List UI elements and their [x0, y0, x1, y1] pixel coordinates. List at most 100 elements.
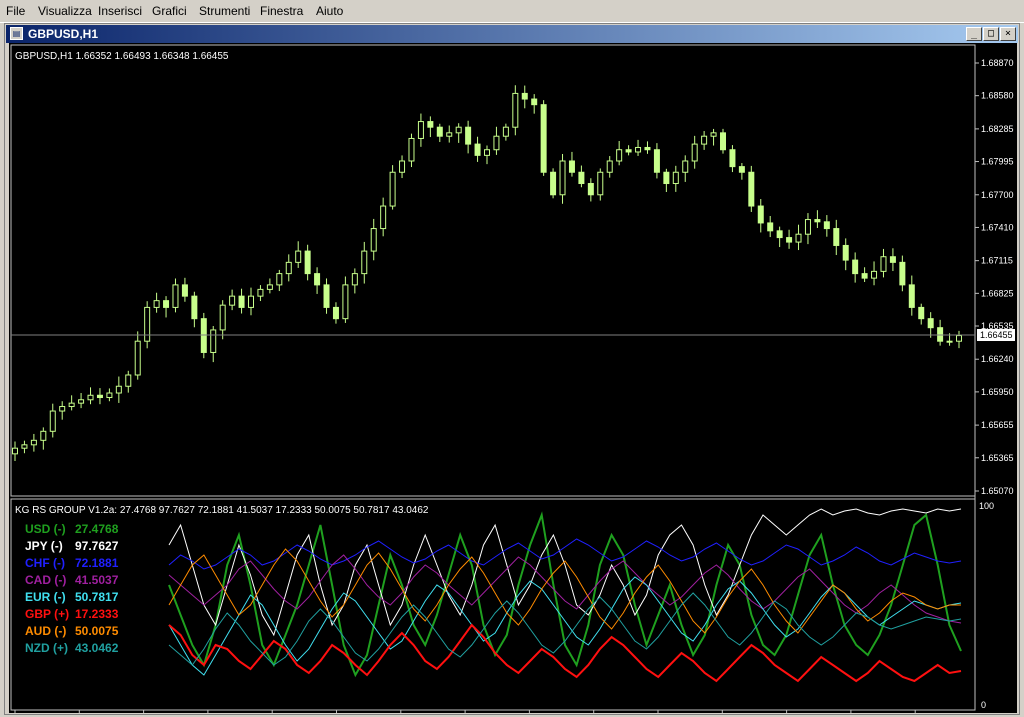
menu-visualizza[interactable]: Visualizza: [38, 4, 92, 18]
candle-body: [219, 304, 226, 331]
candle-body: [956, 335, 962, 342]
candle-body: [521, 92, 528, 100]
menu-aiuto[interactable]: Aiuto: [316, 4, 343, 18]
candle-body: [210, 329, 217, 353]
candle-body: [568, 160, 575, 173]
window-title: GBPUSD,H1: [28, 27, 99, 41]
candle-body: [229, 295, 236, 306]
candle-body: [266, 284, 273, 290]
candle-body: [351, 273, 358, 286]
current-price-label: 1.66455: [980, 330, 1013, 340]
candle-body: [153, 300, 160, 308]
candle-body: [295, 250, 302, 263]
candle-body: [814, 219, 821, 223]
candle-body: [833, 228, 840, 246]
candle-body: [512, 92, 519, 128]
candle-body: [332, 306, 339, 320]
legend-value: 72.1881: [75, 556, 119, 570]
candle-body: [361, 250, 368, 275]
price-axis-label: 1.65365: [981, 453, 1014, 463]
price-axis-label: 1.68870: [981, 58, 1014, 68]
candle-body: [172, 284, 179, 308]
candle-body: [144, 306, 151, 342]
legend-label: JPY (-): [25, 539, 63, 553]
candle-body: [417, 121, 424, 139]
title-bar[interactable]: ▤ GBPUSD,H1 _ □ ×: [6, 25, 1018, 43]
candle-body: [200, 318, 207, 353]
candle-body: [616, 149, 623, 162]
candle-body: [786, 237, 793, 243]
menu-strumenti[interactable]: Strumenti: [199, 4, 250, 18]
legend-label: CAD (-): [25, 573, 66, 587]
menu-finestra[interactable]: Finestra: [260, 4, 303, 18]
candle-body: [852, 259, 859, 275]
menu-grafici[interactable]: Grafici: [152, 4, 187, 18]
candle-body: [757, 205, 764, 224]
candle-body: [738, 166, 745, 173]
candle-body: [436, 126, 443, 137]
candle-body: [427, 121, 434, 128]
candle-body: [408, 137, 415, 162]
minimize-button[interactable]: _: [966, 27, 982, 41]
legend-label: USD (-): [25, 522, 66, 536]
candle-body: [691, 143, 698, 162]
legend-value: 50.0075: [75, 624, 119, 638]
candle-body: [96, 394, 103, 399]
price-axis-label: 1.66240: [981, 354, 1014, 364]
candle-body: [540, 104, 547, 173]
candle-body: [559, 160, 566, 196]
candle-body: [597, 171, 604, 196]
chart-window-icon[interactable]: ▤: [10, 27, 23, 40]
candle-body: [59, 406, 66, 412]
chart-area[interactable]: GBPUSD,H1 1.66352 1.66493 1.66348 1.6645…: [9, 43, 1017, 717]
candle-body: [181, 284, 188, 297]
price-axis-label: 1.65950: [981, 387, 1014, 397]
candle-body: [767, 222, 774, 232]
menu-file[interactable]: File: [6, 4, 25, 18]
indicator-scale-top: 100: [979, 501, 994, 511]
candle-body: [106, 392, 113, 399]
price-chart-header: GBPUSD,H1 1.66352 1.66493 1.66348 1.6645…: [15, 51, 229, 62]
legend-value: 50.7817: [75, 590, 119, 604]
maximize-button[interactable]: □: [983, 27, 999, 41]
candle-body: [502, 126, 509, 137]
candle-body: [880, 256, 887, 272]
candle-body: [342, 284, 349, 320]
close-button[interactable]: ×: [1000, 27, 1016, 41]
candle-body: [946, 340, 953, 343]
candle-body: [238, 295, 245, 308]
candle-body: [248, 295, 254, 308]
candle-body: [12, 447, 18, 455]
candle-body: [701, 135, 708, 145]
candle-body: [276, 273, 283, 286]
candle-body: [285, 261, 292, 275]
legend-label: CHF (-): [25, 556, 65, 570]
candle-body: [21, 444, 28, 449]
candle-body: [78, 399, 85, 404]
candle-body: [484, 149, 490, 156]
candle-body: [125, 374, 132, 387]
candle-body: [823, 221, 830, 230]
legend-label: GBP (+): [25, 607, 69, 621]
candle-body: [625, 149, 632, 153]
price-axis-label: 1.65655: [981, 420, 1014, 430]
candle-body: [314, 273, 321, 286]
legend-value: 41.5037: [75, 573, 119, 587]
candle-body: [720, 132, 726, 151]
chart-canvas[interactable]: GBPUSD,H1 1.66352 1.66493 1.66348 1.6645…: [9, 43, 1017, 717]
candle-body: [635, 146, 642, 153]
candle-body: [304, 250, 311, 275]
legend-value: 17.2333: [75, 607, 119, 621]
candle-body: [889, 256, 896, 263]
price-axis-label: 1.65070: [981, 486, 1014, 496]
candle-body: [710, 132, 717, 137]
candle-body: [937, 327, 944, 342]
candle-body: [672, 171, 679, 185]
candle-body: [399, 160, 406, 173]
candle-body: [163, 300, 170, 308]
candle-body: [871, 270, 878, 279]
candle-body: [389, 171, 396, 207]
candle-body: [663, 171, 670, 185]
candle-body: [861, 273, 868, 279]
menu-inserisci[interactable]: Inserisci: [98, 4, 142, 18]
